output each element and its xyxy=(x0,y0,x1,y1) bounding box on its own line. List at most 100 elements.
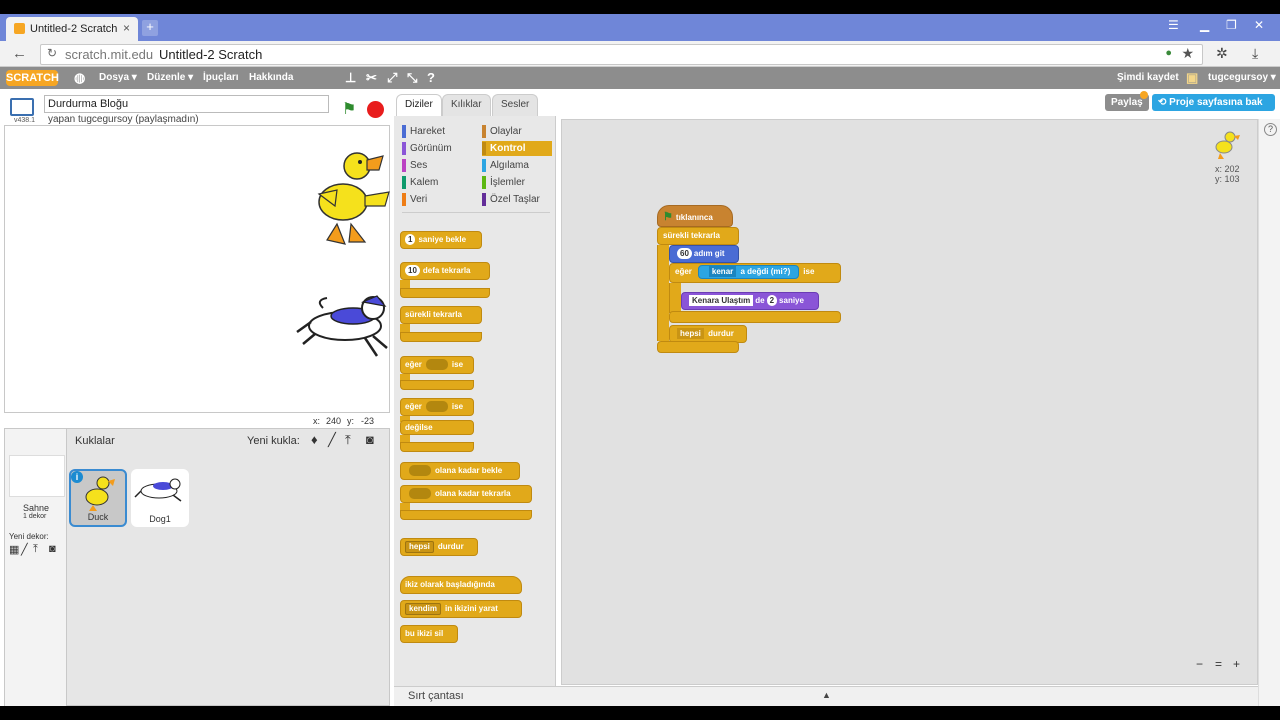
backdrop-library-icon[interactable]: ▦ xyxy=(9,543,19,556)
category-events[interactable]: Olaylar xyxy=(482,124,552,139)
sprite-position: x: 202 y: 103 xyxy=(1215,164,1240,184)
category-sound[interactable]: Ses xyxy=(402,158,472,173)
block-forever[interactable]: sürekli tekrarla xyxy=(400,306,482,324)
download-icon[interactable]: ⤓ xyxy=(1252,45,1258,62)
sprite-upload-icon[interactable]: ⤒ xyxy=(345,432,351,448)
restore-icon[interactable]: ❐ xyxy=(1226,18,1237,32)
script-forever[interactable]: sürekli tekrarla xyxy=(657,227,739,245)
block-delete-clone[interactable]: bu ikizi sil xyxy=(400,625,458,643)
touching-block[interactable]: kenar a değdi (mi?) xyxy=(697,265,800,279)
block-wait-seconds[interactable]: 1 saniye bekle xyxy=(400,231,482,249)
user-menu[interactable]: tugcegursoy ▾ xyxy=(1208,72,1276,83)
category-sensing[interactable]: Algılama xyxy=(482,158,552,173)
tab-scripts[interactable]: Diziler xyxy=(396,94,442,116)
bookmark-star-icon[interactable]: ★ xyxy=(1181,45,1194,62)
script-when-flag-clicked[interactable]: ⚑ tıklanınca xyxy=(657,205,733,227)
menu-about[interactable]: Hakkında xyxy=(249,72,293,83)
scratch-logo[interactable]: SCRATCH xyxy=(6,70,59,86)
browser-window: Untitled-2 Scratch × + ☰ ▁ ❐ ✕ ← ↻ scrat… xyxy=(0,14,1280,706)
grow-icon[interactable]: ⤢ xyxy=(387,70,397,86)
script-forever-arm xyxy=(657,245,669,341)
stage-thumbnail[interactable] xyxy=(9,455,65,497)
my-stuff-folder-icon[interactable]: ▣ xyxy=(1186,70,1198,86)
info-icon[interactable]: i xyxy=(71,471,83,483)
reload-icon[interactable]: ↻ xyxy=(47,46,57,60)
duck-sprite[interactable] xyxy=(317,152,390,245)
script-if-foot[interactable] xyxy=(669,311,841,323)
category-looks[interactable]: Görünüm xyxy=(402,141,472,156)
block-forever-foot[interactable] xyxy=(400,332,482,342)
right-scrollbar[interactable]: ? xyxy=(1258,119,1280,706)
block-else[interactable]: değilse xyxy=(400,420,474,435)
menu-tips[interactable]: İpuçları xyxy=(203,72,239,83)
block-if-else-foot[interactable] xyxy=(400,442,474,452)
zoom-reset-icon[interactable]: = xyxy=(1215,657,1222,671)
delete-scissors-icon[interactable]: ✂ xyxy=(366,70,377,86)
back-arrow-icon[interactable]: ← xyxy=(12,45,27,62)
backdrop-upload-icon[interactable]: ⤒ xyxy=(33,543,38,556)
block-repeat[interactable]: 10 defa tekrarla xyxy=(400,262,490,280)
block-stop[interactable]: hepsi durdur xyxy=(400,538,478,556)
menu-edit[interactable]: Düzenle ▾ xyxy=(147,72,193,83)
script-area[interactable]: ⚑ tıklanınca sürekli tekrarla 60 adım git… xyxy=(561,119,1258,685)
help-icon[interactable]: ? xyxy=(1264,123,1277,136)
stage-tile[interactable]: Sahne 1 dekor Yeni dekor: ▦ ╱ ⤒ ◙ xyxy=(5,429,67,706)
tab-sounds[interactable]: Sesler xyxy=(492,94,539,116)
scratch-menu-bar: SCRATCH ◍ Dosya ▾ Düzenle ▾ İpuçları Hak… xyxy=(0,67,1280,89)
tab-costumes[interactable]: Kılıklar xyxy=(442,94,491,116)
block-create-clone[interactable]: kendim in ikizini yarat xyxy=(400,600,522,618)
zoom-in-icon[interactable]: + xyxy=(1233,657,1240,671)
help-icon[interactable]: ? xyxy=(427,70,435,85)
sprite-paint-icon[interactable]: ╱ xyxy=(328,432,336,448)
new-tab-button[interactable]: + xyxy=(142,20,158,36)
see-project-page-button[interactable]: ⟲ Proje sayfasına bak xyxy=(1152,94,1275,111)
zoom-out-icon[interactable]: − xyxy=(1196,657,1203,671)
block-when-clone-starts[interactable]: ikiz olarak başladığında xyxy=(400,576,522,594)
backpack-expand-icon[interactable]: ▲ xyxy=(822,690,831,700)
block-if[interactable]: eğer ise xyxy=(400,356,474,374)
stage-canvas[interactable] xyxy=(4,125,390,413)
script-if[interactable]: eğer kenar a değdi (mi?) ise xyxy=(669,263,841,283)
window-close-icon[interactable]: ✕ xyxy=(1254,18,1264,32)
close-tab-icon[interactable]: × xyxy=(123,21,130,35)
minimize-icon[interactable]: ▁ xyxy=(1200,18,1209,32)
sprite-x-label: x: xyxy=(1215,164,1223,174)
sprite-library-icon[interactable]: ♦ xyxy=(311,432,318,447)
language-globe-icon[interactable]: ◍ xyxy=(74,70,85,86)
save-now-link[interactable]: Şimdi kaydet xyxy=(1117,72,1179,83)
sprite-tile-dog1[interactable]: Dog1 xyxy=(131,469,189,527)
block-repeat-until-foot[interactable] xyxy=(400,510,532,520)
dog-sprite[interactable] xyxy=(296,295,388,357)
menu-file[interactable]: Dosya ▾ xyxy=(99,72,137,83)
stop-icon[interactable] xyxy=(367,101,384,118)
address-bar[interactable]: ↻ scratch.mit.edu Untitled-2 Scratch ● ★ xyxy=(40,44,1203,65)
project-title-input[interactable]: Durdurma Bloğu xyxy=(44,95,329,113)
extension-icon[interactable]: ✲ xyxy=(1216,45,1228,62)
block-if-else[interactable]: eğer ise xyxy=(400,398,474,416)
duplicate-stamp-icon[interactable]: ⊥ xyxy=(345,70,356,86)
sprite-camera-icon[interactable]: ◙ xyxy=(366,432,374,447)
category-motion[interactable]: Hareket xyxy=(402,124,472,139)
backdrop-camera-icon[interactable]: ◙ xyxy=(49,543,56,555)
block-wait-until[interactable]: olana kadar bekle xyxy=(400,462,520,480)
green-flag-icon[interactable]: ⚑ xyxy=(342,99,356,119)
block-if-foot[interactable] xyxy=(400,380,474,390)
category-more-blocks[interactable]: Özel Taşlar xyxy=(482,192,552,207)
sprite-tile-duck[interactable]: i Duck xyxy=(69,469,127,527)
script-say-for-seconds[interactable]: Kenara Ulaştım de 2 saniye xyxy=(681,292,819,310)
menu-lines-icon[interactable]: ☰ xyxy=(1168,18,1179,32)
category-pen[interactable]: Kalem xyxy=(402,175,472,190)
palette-divider xyxy=(402,212,550,213)
fullscreen-icon[interactable] xyxy=(10,98,34,116)
script-forever-foot[interactable] xyxy=(657,341,739,353)
browser-tab[interactable]: Untitled-2 Scratch × xyxy=(6,17,138,41)
backdrop-paint-icon[interactable]: ╱ xyxy=(21,543,28,556)
category-operators[interactable]: İşlemler xyxy=(482,175,552,190)
script-move-steps[interactable]: 60 adım git xyxy=(669,245,739,263)
shrink-icon[interactable]: ⤡ xyxy=(407,70,417,86)
category-control[interactable]: Kontrol xyxy=(482,141,552,156)
block-repeat-foot[interactable] xyxy=(400,288,490,298)
category-data[interactable]: Veri xyxy=(402,192,472,207)
backpack-bar[interactable]: Sırt çantası ▲ xyxy=(394,686,1258,706)
block-repeat-until[interactable]: olana kadar tekrarla xyxy=(400,485,532,503)
